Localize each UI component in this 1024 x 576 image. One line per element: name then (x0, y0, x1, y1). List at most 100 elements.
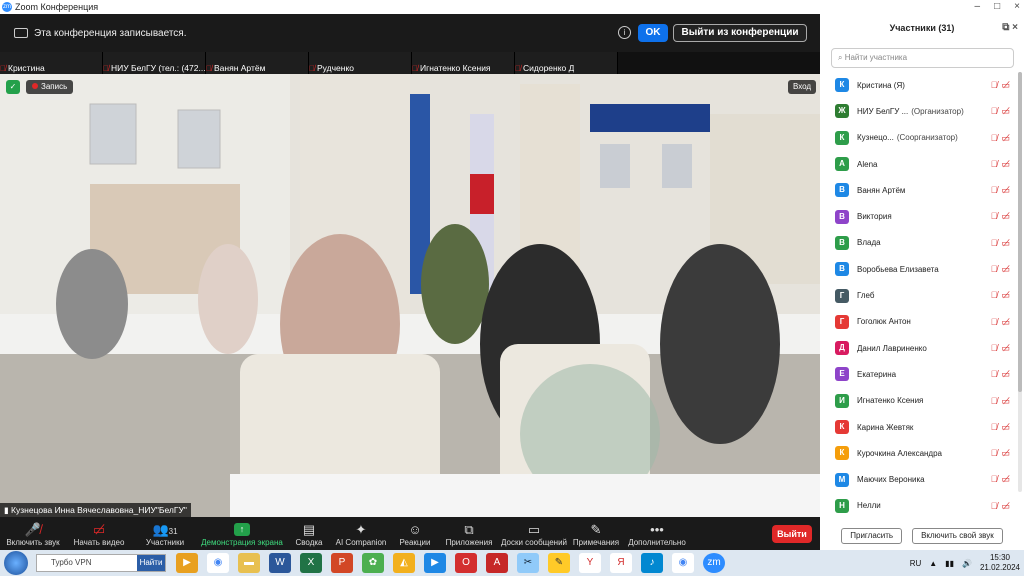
mic-muted-icon[interactable]: 🎙̸ (991, 185, 998, 196)
language-indicator[interactable]: RU (910, 559, 922, 568)
archiver-icon[interactable]: ◭ (393, 553, 415, 573)
volume-icon[interactable]: 🔊 (962, 559, 972, 568)
video-off-icon[interactable]: ▭̸ (1001, 211, 1010, 222)
taskbar-search-input[interactable]: Турбо VPN Найти (36, 554, 166, 572)
mic-muted-icon[interactable]: 🎙̸ (991, 80, 998, 91)
participant-row[interactable]: К Карина Жевтяк 🎙̸ ▭̸ (820, 414, 1024, 440)
popout-icon[interactable]: ⧉ (1002, 22, 1009, 33)
summary-button[interactable]: ▤ Сводка (286, 517, 332, 550)
chrome-icon[interactable]: ◉ (672, 553, 694, 573)
chrome-icon[interactable]: ◉ (207, 553, 229, 573)
participant-row[interactable]: В Ванян Артём 🎙̸ ▭̸ (820, 177, 1024, 203)
video-thumbnail[interactable]: 🎙̸ Рудченко (309, 52, 412, 74)
video-off-icon[interactable]: ▭̸ (1001, 80, 1010, 91)
yandex-browser-icon[interactable]: Я (610, 553, 632, 573)
powerpoint-icon[interactable]: P (331, 553, 353, 573)
video-off-icon[interactable]: ▭̸ (1001, 317, 1010, 328)
mic-muted-icon[interactable]: 🎙̸ (991, 396, 998, 407)
video-off-icon[interactable]: ▭̸ (1001, 290, 1010, 301)
video-off-icon[interactable]: ▭̸ (1001, 474, 1010, 485)
zoom-icon[interactable]: zm (703, 553, 725, 573)
invite-button[interactable]: Пригласить (841, 528, 903, 544)
whiteboards-button[interactable]: ▭ Доски сообщений (498, 517, 570, 550)
scrollbar-thumb[interactable] (1018, 72, 1022, 392)
video-thumbnail[interactable]: 🎙̸ Сидоренко Д (515, 52, 618, 74)
view-toggle[interactable]: Вход (788, 80, 817, 94)
participant-row[interactable]: К Курочкина Александра 🎙̸ ▭̸ (820, 440, 1024, 466)
participant-row[interactable]: К Кузнецо... (Соорганизатор) 🎙̸ ▭̸ (820, 125, 1024, 151)
participant-row[interactable]: В Влада 🎙̸ ▭̸ (820, 230, 1024, 256)
video-thumbnail[interactable]: 🎙̸ НИУ БелГУ (тел.: (472... (103, 52, 206, 74)
video-off-icon[interactable]: ▭̸ (1001, 238, 1010, 249)
word-icon[interactable]: W (269, 553, 291, 573)
mic-muted-icon[interactable]: 🎙̸ (991, 317, 998, 328)
network-icon[interactable]: ▮▮ (945, 559, 954, 568)
pdf-icon[interactable]: A (486, 553, 508, 573)
more-button[interactable]: ••• Дополнительно (622, 517, 692, 550)
ok-button[interactable]: OK (638, 24, 668, 42)
maximize-icon[interactable]: □ (994, 0, 1000, 14)
start-button-icon[interactable] (4, 551, 28, 575)
mic-muted-icon[interactable]: 🎙̸ (991, 264, 998, 275)
video-off-icon[interactable]: ▭̸ (1001, 185, 1010, 196)
video-off-icon[interactable]: ▭̸ (1001, 369, 1010, 380)
paint-icon[interactable]: ✿ (362, 553, 384, 573)
mic-muted-icon[interactable]: 🎙̸ (991, 501, 998, 512)
participant-row[interactable]: Ж НИУ БелГУ ... (Организатор) 🎙̸ ▭̸ (820, 98, 1024, 124)
start-video-button[interactable]: ▭̸ Начать видео (66, 517, 132, 550)
yandex-icon[interactable]: Y (579, 553, 601, 573)
video-off-icon[interactable]: ▭̸ (1001, 133, 1010, 144)
screenshot-icon[interactable]: ✂ (517, 553, 539, 573)
shield-icon[interactable]: ✓ (6, 80, 20, 94)
participant-row[interactable]: В Воробьева Елизавета 🎙̸ ▭̸ (820, 256, 1024, 282)
unmute-me-button[interactable]: Включить свой звук (912, 528, 1003, 544)
participant-row[interactable]: Е Екатерина 🎙̸ ▭̸ (820, 361, 1024, 387)
video-off-icon[interactable]: ▭̸ (1001, 448, 1010, 459)
clock[interactable]: 15:30 21.02.2024 (980, 553, 1020, 573)
media-player-icon[interactable]: ▶ (176, 553, 198, 573)
audio-icon[interactable]: ♪ (641, 553, 663, 573)
tray-arrow-icon[interactable]: ▲ (929, 559, 937, 568)
mic-muted-icon[interactable]: 🎙̸ (991, 238, 998, 249)
info-icon[interactable]: i (618, 26, 631, 39)
ai-companion-button[interactable]: ✦ AI Companion (332, 517, 390, 550)
excel-icon[interactable]: X (300, 553, 322, 573)
folder-icon[interactable]: ▬ (238, 553, 260, 573)
apps-button[interactable]: ⧉ Приложения (440, 517, 498, 550)
participant-row[interactable]: М Маючих Вероника 🎙̸ ▭̸ (820, 466, 1024, 492)
recording-indicator[interactable]: Запись (26, 80, 74, 94)
video-off-icon[interactable]: ▭̸ (1001, 106, 1010, 117)
taskbar-search-button[interactable]: Найти (137, 555, 165, 571)
notes-button[interactable]: ✎ Примечания (570, 517, 622, 550)
video-thumbnail[interactable]: 🎙̸ Игнатенко Ксения (412, 52, 515, 74)
participant-row[interactable]: И Игнатенко Ксения 🎙̸ ▭̸ (820, 388, 1024, 414)
participants-button[interactable]: 👥31 Участники (132, 517, 198, 550)
mic-muted-icon[interactable]: 🎙̸ (991, 343, 998, 354)
mic-muted-icon[interactable]: 🎙̸ (991, 159, 998, 170)
video-off-icon[interactable]: ▭̸ (1001, 501, 1010, 512)
active-speaker-video[interactable]: ✓ Запись Вход ▮ Кузнецова Инна Вячеславо… (0, 74, 820, 517)
participant-row[interactable]: К Кристина (Я) 🎙̸ ▭̸ (820, 72, 1024, 98)
mic-muted-icon[interactable]: 🎙̸ (991, 474, 998, 485)
mic-muted-icon[interactable]: 🎙̸ (991, 211, 998, 222)
mic-muted-icon[interactable]: 🎙̸ (991, 369, 998, 380)
share-screen-button[interactable]: ↑ Демонстрация экрана (198, 517, 286, 550)
participant-search-input[interactable]: ⌕ Найти участника (831, 48, 1014, 68)
minimize-icon[interactable]: – (975, 0, 981, 14)
explorer-icon[interactable]: ✎ (548, 553, 570, 573)
unmute-button[interactable]: 🎤̸ Включить звук (0, 517, 66, 550)
leave-button[interactable]: Выйти (772, 525, 812, 543)
mic-muted-icon[interactable]: 🎙̸ (991, 448, 998, 459)
video-off-icon[interactable]: ▭̸ (1001, 264, 1010, 275)
video-thumbnail[interactable]: 🎙̸ Ванян Артём (206, 52, 309, 74)
participant-row[interactable]: Д Данил Лавриненко 🎙̸ ▭̸ (820, 335, 1024, 361)
mic-muted-icon[interactable]: 🎙̸ (991, 422, 998, 433)
play-icon[interactable]: ▶ (424, 553, 446, 573)
close-icon[interactable]: × (1014, 0, 1020, 14)
mic-muted-icon[interactable]: 🎙̸ (991, 106, 998, 117)
opera-icon[interactable]: O (455, 553, 477, 573)
video-off-icon[interactable]: ▭̸ (1001, 396, 1010, 407)
participant-row[interactable]: Г Глеб 🎙̸ ▭̸ (820, 282, 1024, 308)
video-off-icon[interactable]: ▭̸ (1001, 159, 1010, 170)
participant-row[interactable]: Н Нелли 🎙̸ ▭̸ (820, 493, 1024, 519)
